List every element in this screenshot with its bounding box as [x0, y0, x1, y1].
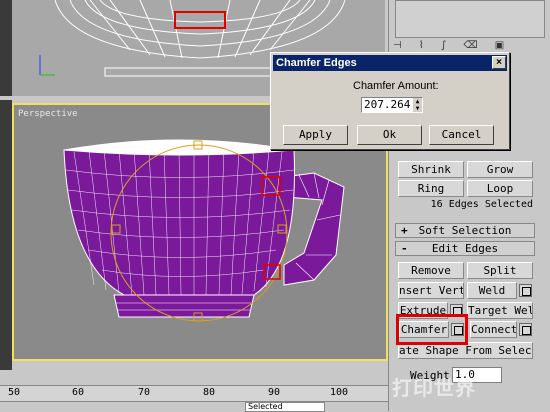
- soft-selection-rollout[interactable]: + Soft Selection: [395, 223, 535, 238]
- left-viewport-strip: [0, 100, 12, 370]
- collapse-icon: -: [401, 242, 408, 255]
- ruler-tick: 80: [203, 387, 216, 398]
- unique-icon[interactable]: ∫: [441, 40, 446, 51]
- chamfer-highlight-box: [396, 314, 468, 345]
- chamfer-amount-label: Chamfer Amount:: [353, 80, 439, 92]
- watermark: 打印世界: [392, 376, 476, 400]
- chamfer-amount-spinner[interactable]: 207.264 ▲ ▼: [361, 97, 423, 113]
- remove-button[interactable]: Remove: [398, 262, 464, 279]
- remove-modifier-icon[interactable]: ⌫: [463, 40, 477, 51]
- pin-icon[interactable]: ⊣: [393, 40, 402, 51]
- ruler-tick: 50: [8, 387, 21, 398]
- apply-button[interactable]: Apply: [283, 125, 348, 145]
- loop-button[interactable]: Loop: [467, 180, 533, 197]
- weld-button[interactable]: Weld: [467, 282, 517, 299]
- dialog-titlebar[interactable]: Chamfer Edges ×: [273, 55, 507, 71]
- ruler-tick: 100: [330, 387, 349, 398]
- close-icon[interactable]: ×: [492, 56, 506, 69]
- ruler-tick: 90: [268, 387, 281, 398]
- dialog-title: Chamfer Edges: [276, 57, 357, 69]
- weld-settings-icon[interactable]: [519, 284, 532, 297]
- target-weld-button[interactable]: Target Weld: [467, 302, 533, 319]
- rollout-title: Soft Selection: [418, 224, 512, 237]
- modifier-icon[interactable]: ⌇: [419, 40, 424, 51]
- ruler-tick: 70: [138, 387, 151, 398]
- selection-status: 16 Edges Selected: [430, 199, 533, 210]
- rollout-title: Edit Edges: [431, 242, 499, 255]
- cancel-button[interactable]: Cancel: [429, 125, 494, 145]
- insert-vertex-button[interactable]: nsert Verte: [398, 282, 464, 299]
- shrink-button[interactable]: Shrink: [398, 161, 464, 178]
- connect-settings-icon[interactable]: [519, 323, 532, 336]
- chamfer-edges-dialog: Chamfer Edges × Chamfer Amount: 207.264 …: [270, 52, 510, 150]
- expand-icon: +: [401, 224, 408, 237]
- edit-edges-rollout[interactable]: - Edit Edges: [395, 241, 535, 256]
- grow-button[interactable]: Grow: [467, 161, 533, 178]
- time-ruler[interactable]: 50 60 70 80 90 100: [0, 385, 390, 401]
- split-button[interactable]: Split: [467, 262, 533, 279]
- ok-button[interactable]: Ok: [357, 125, 422, 145]
- configure-icon[interactable]: ▣: [495, 40, 504, 51]
- chamfer-amount-value: 207.264: [364, 98, 411, 111]
- spinner-arrows-icon[interactable]: ▲ ▼: [413, 98, 422, 112]
- ruler-tick: 60: [72, 387, 85, 398]
- ring-button[interactable]: Ring: [398, 180, 464, 197]
- connect-button[interactable]: Connect: [470, 321, 517, 338]
- panel-header: [395, 0, 545, 38]
